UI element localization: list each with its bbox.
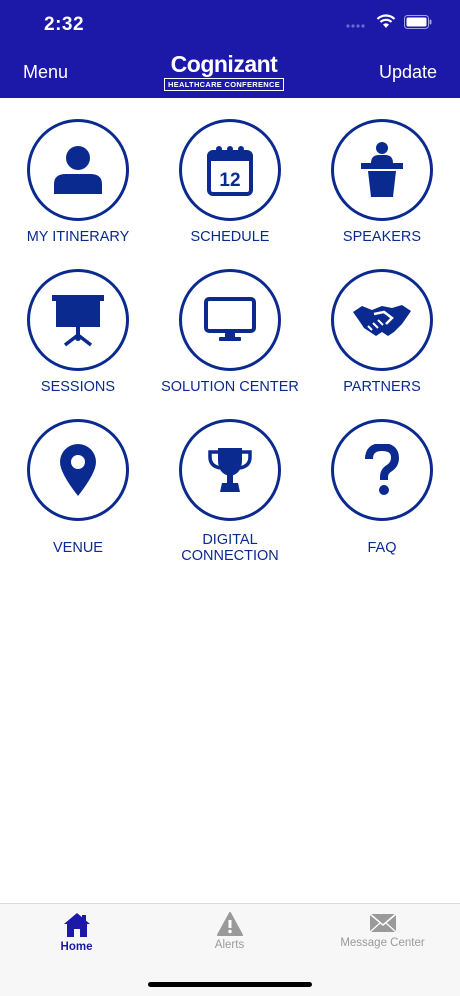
question-mark-icon [365,444,400,495]
tile-label-line-1: DIGITAL [202,532,258,548]
battery-icon [404,14,432,29]
trophy-icon [208,448,252,492]
tile-circle: 12 [179,119,281,221]
tile-schedule[interactable]: 12 SCHEDULE [154,119,306,245]
tab-label: Alerts [214,939,245,951]
tile-label: SOLUTION CENTER [161,379,299,395]
status-icons [346,14,432,29]
tile-label: SESSIONS [40,379,116,395]
tile-circle [27,419,129,521]
tile-label: VENUE [53,540,103,556]
logo-subtitle: HEALTHCARE CONFERENCE [164,78,284,91]
menu-button[interactable]: Menu [23,62,68,83]
tab-label: Message Center [340,937,425,949]
tile-label: FAQ [367,540,397,556]
tile-circle [179,419,281,521]
signal-icon [346,23,365,28]
tile-circle [331,269,433,371]
cognizant-logo: Cognizant HEALTHCARE CONFERENCE [164,52,284,91]
tile-solution-center[interactable]: SOLUTION CENTER [154,269,306,395]
tile-label: MY ITINERARY [26,229,130,245]
tab-alerts[interactable]: Alerts [153,912,306,951]
update-button[interactable]: Update [379,62,437,83]
tile-faq[interactable]: FAQ [306,419,458,556]
handshake-icon [353,305,411,336]
home-indicator [148,982,312,987]
tile-label: PARTNERS [343,379,421,395]
tile-circle [331,419,433,521]
tile-label: SCHEDULE [190,229,270,245]
logo-word: Cognizant [170,51,278,77]
calendar-day: 12 [219,170,240,191]
tab-home[interactable]: Home [0,912,153,953]
app-header: 2:32 Menu Cognizant HEALTHCARE CONFERENC… [0,0,460,98]
home-icon [63,913,90,937]
tile-circle [27,269,129,371]
tile-label: SPEAKERS [342,229,422,245]
tile-partners[interactable]: PARTNERS [306,269,458,395]
warning-icon [216,912,243,936]
wifi-icon [376,14,396,28]
tile-my-itinerary[interactable]: MY ITINERARY [2,119,154,245]
tile-circle [331,119,433,221]
tile-venue[interactable]: VENUE [2,419,154,556]
monitor-icon [204,297,256,341]
calendar-icon: 12 [207,146,253,196]
tile-label-line-2: CONNECTION [181,548,279,564]
tab-label: Home [60,941,93,953]
tile-sessions[interactable]: SESSIONS [2,269,154,395]
tile-circle [179,269,281,371]
status-time: 2:32 [44,14,85,35]
tile-digital-connection[interactable]: DIGITAL CONNECTION [154,419,306,564]
map-pin-icon [60,444,96,496]
tile-speakers[interactable]: SPEAKERS [306,119,458,245]
podium-icon [361,142,403,197]
tile-circle [27,119,129,221]
presentation-board-icon [52,295,104,347]
tab-message-center[interactable]: Message Center [306,912,459,949]
user-icon [54,146,102,194]
envelope-icon [369,913,396,933]
